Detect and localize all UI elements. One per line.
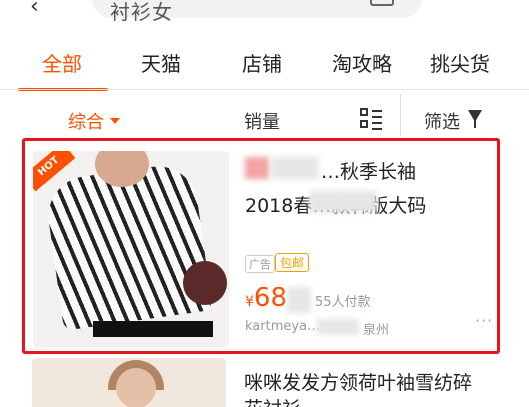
camera-icon[interactable] — [370, 0, 394, 6]
sort-comprehensive-label: 综合 — [68, 112, 104, 133]
tab-stores[interactable]: 店铺 — [242, 48, 282, 77]
category-tabs: 全部 天猫 店铺 淘攻略 挑尖货 — [0, 36, 529, 91]
price-value: 68 — [253, 283, 288, 313]
tab-all[interactable]: 全部 — [42, 48, 82, 77]
striped-shirt-graphic — [43, 161, 213, 331]
bag-graphic — [183, 261, 227, 305]
sort-filter[interactable]: 筛选 — [424, 108, 460, 134]
sort-comprehensive[interactable]: 综合 — [68, 108, 120, 134]
product-price: ¥68 — [245, 283, 287, 313]
search-query[interactable]: 衬衫女 — [110, 0, 173, 25]
sort-bar: 综合 销量 筛选 — [0, 90, 529, 133]
more-options-icon[interactable]: ··· — [475, 311, 493, 330]
shop-location: 泉州 — [363, 323, 390, 338]
caret-down-icon — [110, 118, 120, 124]
filter-icon[interactable] — [468, 110, 482, 128]
product-image-2[interactable] — [32, 358, 226, 407]
tab-tmall[interactable]: 天猫 — [141, 48, 181, 77]
tab-premium[interactable]: 挑尖货 — [430, 48, 490, 77]
blurred-title-region — [309, 191, 377, 213]
sort-separator — [400, 94, 401, 136]
model-face-graphic — [116, 368, 156, 407]
back-arrow-icon[interactable]: ‹ — [30, 0, 39, 19]
product2-title-line2[interactable]: 花衬衫 — [244, 394, 301, 407]
product-image[interactable]: HOT — [33, 151, 229, 347]
product2-title-line1[interactable]: 咪咪发发方领荷叶袖雪纺碎 — [244, 368, 472, 395]
blurred-price-region — [287, 287, 311, 313]
blurred-title-region — [245, 157, 269, 179]
blurred-title-region — [271, 157, 319, 179]
sales-count: 55人付款 — [315, 295, 371, 310]
free-shipping-badge: 包邮 — [275, 253, 310, 272]
tab-guides[interactable]: 淘攻略 — [332, 48, 392, 77]
product-title-line1[interactable]: …秋季长袖 — [321, 157, 416, 184]
price-currency: ¥ — [245, 294, 254, 310]
shop-name[interactable]: kartmeya… — [245, 319, 320, 334]
blurred-shop-region — [317, 319, 359, 335]
list-grid-toggle-icon[interactable] — [360, 108, 382, 130]
sort-sales[interactable]: 销量 — [244, 108, 280, 134]
product-card-highlighted[interactable]: HOT …秋季长袖 2018春…款韩版大码 广告 包邮 ¥68 55人付款 ka… — [22, 138, 500, 354]
top-bar: ‹ 衬衫女 — [0, 0, 529, 28]
ad-label: 广告 — [245, 255, 275, 273]
belt-graphic — [93, 321, 213, 337]
